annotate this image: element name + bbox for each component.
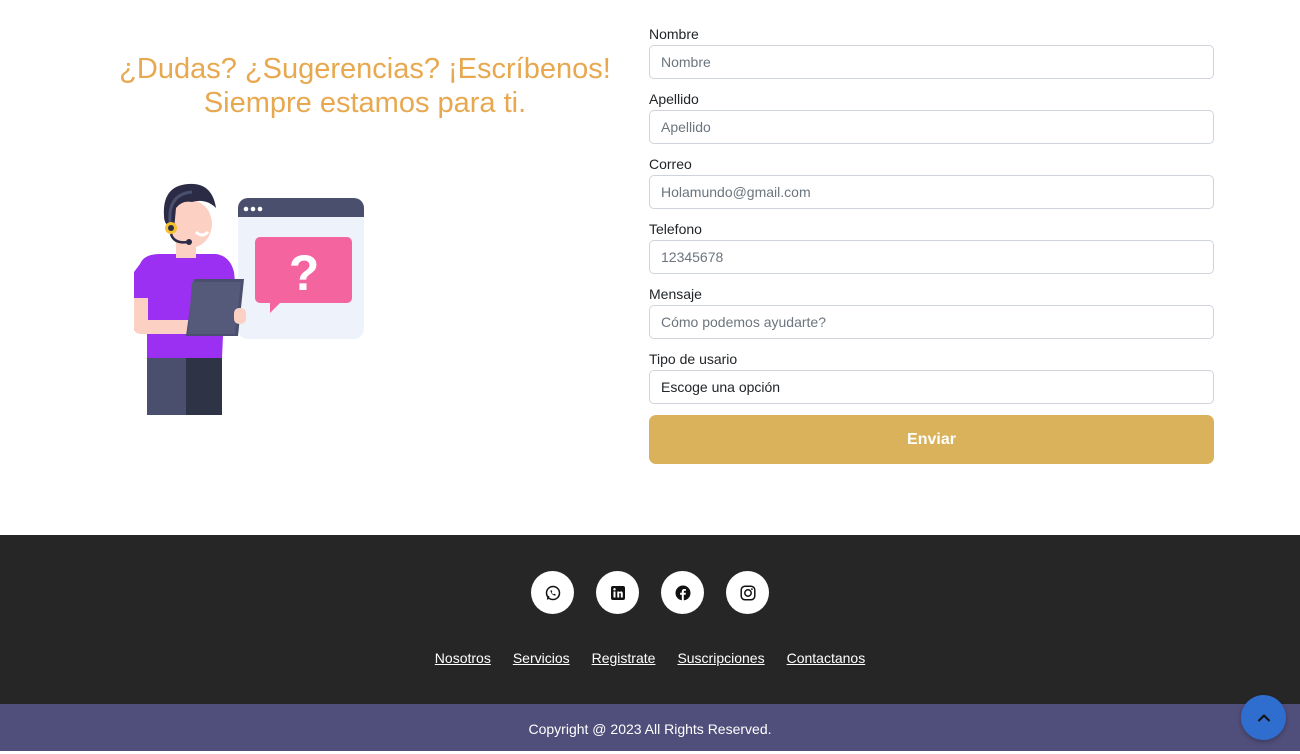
footer-links: Nosotros Servicios Registrate Suscripcio… (0, 650, 1300, 666)
whatsapp-button[interactable] (531, 571, 574, 614)
footer-link-nosotros[interactable]: Nosotros (435, 650, 491, 666)
chevron-up-icon (1257, 714, 1270, 721)
correo-label: Correo (649, 156, 692, 172)
footer-link-suscripciones[interactable]: Suscripciones (677, 650, 764, 666)
footer: Nosotros Servicios Registrate Suscripcio… (0, 535, 1300, 704)
nombre-input[interactable] (649, 45, 1214, 79)
instagram-icon (739, 584, 756, 601)
copyright-text: Copyright @ 2023 All Rights Reserved. (528, 721, 772, 737)
contact-heading-line1: ¿Dudas? ¿Sugerencias? ¡Escríbenos! (119, 53, 611, 85)
svg-text:?: ? (289, 245, 320, 301)
facebook-icon (675, 585, 690, 600)
social-links (0, 571, 1300, 614)
apellido-field-group: Apellido (649, 91, 1214, 156)
nombre-label: Nombre (649, 26, 699, 42)
mensaje-input[interactable] (649, 305, 1214, 339)
instagram-button[interactable] (726, 571, 769, 614)
linkedin-icon (610, 585, 625, 600)
whatsapp-icon (545, 585, 560, 600)
mensaje-field-group: Mensaje (649, 286, 1214, 351)
tipo-usuario-field-group: Tipo de usario Escoge una opción (649, 351, 1214, 416)
support-agent-illustration: ? (134, 183, 364, 415)
facebook-button[interactable] (661, 571, 704, 614)
footer-link-servicios[interactable]: Servicios (513, 650, 570, 666)
apellido-label: Apellido (649, 91, 699, 107)
copyright-bar: Copyright @ 2023 All Rights Reserved. (0, 704, 1300, 751)
scroll-to-top-button[interactable] (1241, 695, 1286, 740)
apellido-input[interactable] (649, 110, 1214, 144)
mensaje-label: Mensaje (649, 286, 702, 302)
linkedin-button[interactable] (596, 571, 639, 614)
correo-field-group: Correo (649, 156, 1214, 221)
contact-form: Nombre Apellido Correo Telefono Mensaje … (649, 26, 1214, 464)
contact-heading: ¿Dudas? ¿Sugerencias? ¡Escríbenos! Siemp… (110, 52, 620, 120)
telefono-label: Telefono (649, 221, 702, 237)
enviar-button[interactable]: Enviar (649, 415, 1214, 464)
contact-heading-line2: Siempre estamos para ti. (203, 87, 527, 119)
footer-link-contactanos[interactable]: Contactanos (787, 650, 866, 666)
footer-link-registrate[interactable]: Registrate (592, 650, 656, 666)
telefono-field-group: Telefono (649, 221, 1214, 286)
tipo-usuario-selected: Escoge una opción (661, 379, 781, 395)
telefono-input[interactable] (649, 240, 1214, 274)
correo-input[interactable] (649, 175, 1214, 209)
tipo-usuario-label: Tipo de usario (649, 351, 738, 367)
nombre-field-group: Nombre (649, 26, 1214, 91)
tipo-usuario-select[interactable]: Escoge una opción (649, 370, 1214, 404)
